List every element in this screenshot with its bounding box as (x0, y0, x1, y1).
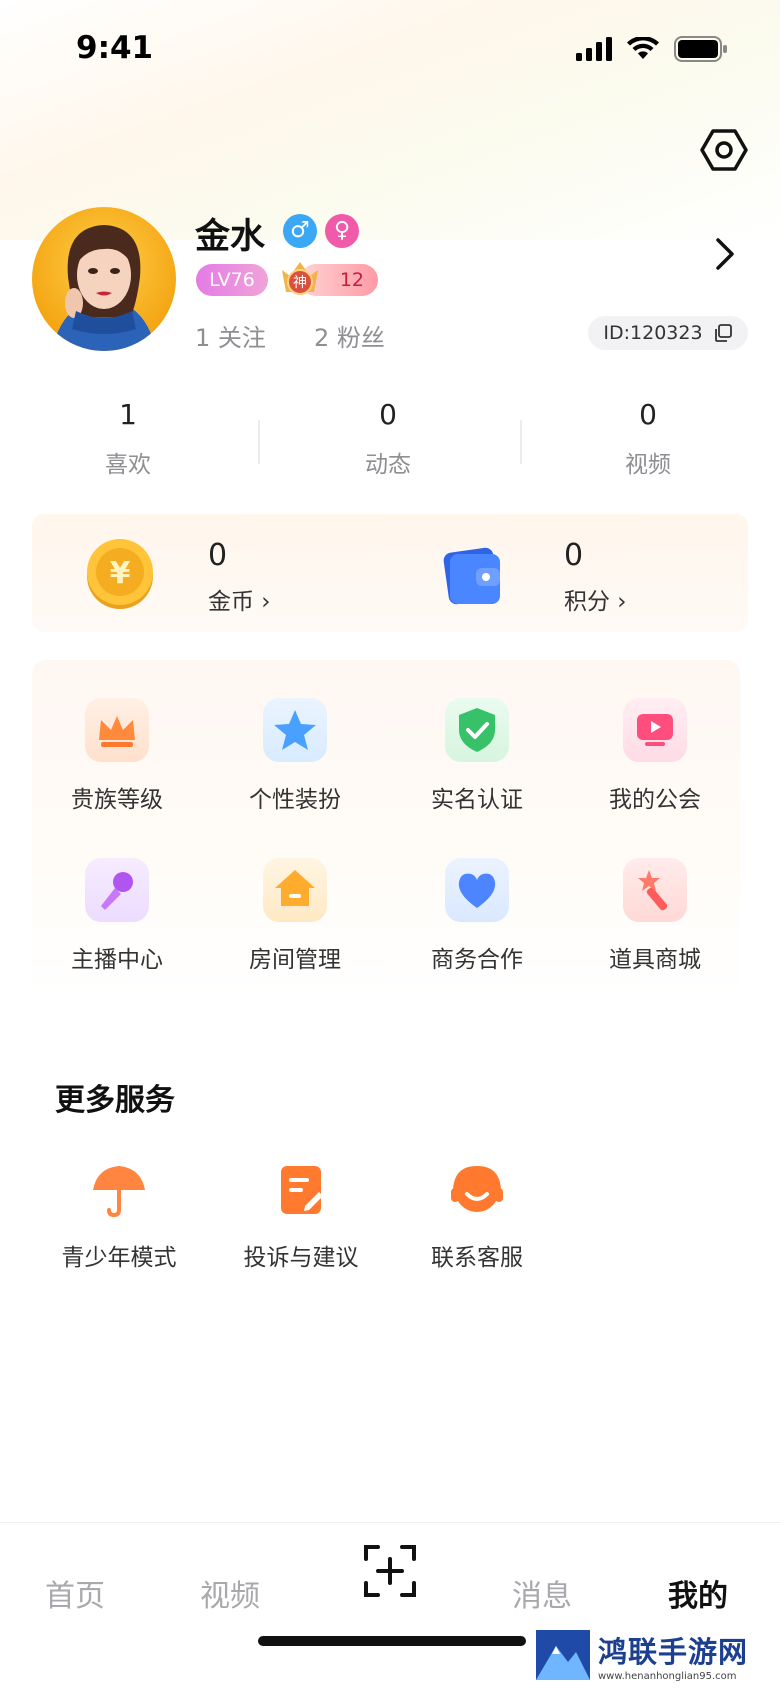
feature-label: 个性装扮 (249, 787, 341, 813)
feature-grid: 贵族等级 个性装扮 实名认证 我的公会 主播中心 房间管理 商务合作 道具商城 (32, 660, 740, 1000)
copy-icon[interactable] (713, 323, 733, 343)
signal-icon (576, 37, 612, 61)
house-icon (263, 858, 327, 922)
stat-divider (520, 420, 522, 464)
wallet-points[interactable]: 0 积分 › (440, 538, 700, 615)
feature-label: 道具商城 (609, 947, 701, 973)
noble-char: 神 (293, 275, 307, 291)
service-label: 青少年模式 (61, 1245, 177, 1271)
stat-label: 喜欢 (105, 452, 151, 478)
status-time: 9:41 (76, 30, 154, 66)
stat-label: 视频 (625, 452, 671, 478)
coins-label: 金币 › (208, 589, 271, 615)
stat-value: 0 (379, 398, 397, 431)
username: 金水 (195, 217, 266, 257)
watermark-url: www.henanhonglian95.com (598, 1670, 737, 1682)
user-id-pill[interactable]: ID:120323 (588, 316, 748, 350)
stat-posts[interactable]: 0 动态 (328, 398, 448, 479)
service-youth-mode[interactable]: 青少年模式 (44, 1160, 194, 1272)
coin-icon: ¥ (87, 539, 153, 609)
watermark-text: 鸿联手游网 www.henanhonglian95.com (598, 1629, 748, 1682)
male-icon: ♂ (283, 214, 317, 248)
tab-home[interactable]: 首页 (45, 1571, 105, 1615)
feature-real-name[interactable]: 实名认证 (412, 698, 542, 814)
tab-messages[interactable]: 消息 (512, 1571, 572, 1615)
status-bar: 9:41 (0, 0, 780, 100)
service-label: 投诉与建议 (243, 1245, 359, 1271)
stat-label: 动态 (365, 452, 411, 478)
scan-add-icon[interactable] (362, 1543, 418, 1599)
service-customer-support[interactable]: 联系客服 (402, 1160, 552, 1272)
crown-icon (85, 698, 149, 762)
points-value: 0 (564, 538, 584, 573)
stat-videos[interactable]: 0 视频 (588, 398, 708, 479)
more-services-title: 更多服务 (55, 1083, 175, 1118)
feature-label: 实名认证 (431, 787, 523, 813)
feature-dress-up[interactable]: 个性装扮 (230, 698, 360, 814)
settings-icon[interactable] (700, 126, 748, 174)
feature-noble-level[interactable]: 贵族等级 (52, 698, 182, 814)
home-indicator (258, 1636, 526, 1646)
tab-videos[interactable]: 视频 (200, 1571, 260, 1615)
tab-mine[interactable]: 我的 (668, 1571, 728, 1615)
service-feedback[interactable]: 投诉与建议 (226, 1160, 376, 1272)
star-icon (263, 698, 327, 762)
wallet-icon (443, 547, 500, 605)
stat-value: 1 (119, 398, 137, 431)
avatar[interactable] (32, 207, 176, 351)
stat-divider (258, 420, 260, 464)
wifi-icon (627, 37, 659, 59)
umbrella-icon (93, 1166, 145, 1218)
user-id: ID:120323 (603, 322, 703, 344)
watermark-title: 鸿联手游网 (598, 1634, 749, 1669)
feature-room-manage[interactable]: 房间管理 (230, 858, 360, 974)
edit-note-icon (281, 1166, 323, 1214)
following-count[interactable]: 1 关注 (195, 318, 266, 353)
heart-handshake-icon (445, 858, 509, 922)
level-badge[interactable]: LV76 (196, 264, 268, 296)
status-icons (576, 36, 728, 62)
headset-icon (451, 1165, 503, 1212)
magic-wand-icon (623, 858, 687, 922)
feature-label: 我的公会 (609, 787, 701, 813)
shield-check-icon (445, 698, 509, 762)
svg-text:¥: ¥ (110, 556, 131, 591)
stat-value: 0 (639, 398, 657, 431)
points-label: 积分 › (564, 589, 627, 615)
feature-label: 商务合作 (431, 947, 523, 973)
battery-icon (674, 36, 727, 62)
feature-label: 贵族等级 (71, 787, 163, 813)
noble-crest-icon: 神 (282, 262, 318, 295)
watermark-logo-icon (536, 1630, 590, 1680)
microphone-icon (85, 858, 149, 922)
feature-prop-mall[interactable]: 道具商城 (590, 858, 720, 974)
feature-label: 房间管理 (249, 947, 341, 973)
site-watermark: 鸿联手游网 www.henanhonglian95.com (530, 1624, 778, 1686)
stat-likes[interactable]: 1 喜欢 (68, 398, 188, 479)
wallet-card: ¥ 0 金币 › 0 积分 › (32, 514, 748, 632)
avatar-portrait (52, 225, 156, 351)
feature-my-guild[interactable]: 我的公会 (590, 698, 720, 814)
service-label: 联系客服 (431, 1245, 523, 1271)
fans-count[interactable]: 2 粉丝 (314, 318, 385, 353)
guild-tv-icon (623, 698, 687, 762)
feature-streamer-center[interactable]: 主播中心 (52, 858, 182, 974)
chevron-right-icon[interactable] (712, 236, 738, 272)
female-icon: ♀ (325, 214, 359, 248)
wallet-coins[interactable]: ¥ 0 金币 › (84, 538, 344, 615)
coins-value: 0 (208, 538, 228, 573)
feature-business[interactable]: 商务合作 (412, 858, 542, 974)
feature-label: 主播中心 (71, 947, 163, 973)
